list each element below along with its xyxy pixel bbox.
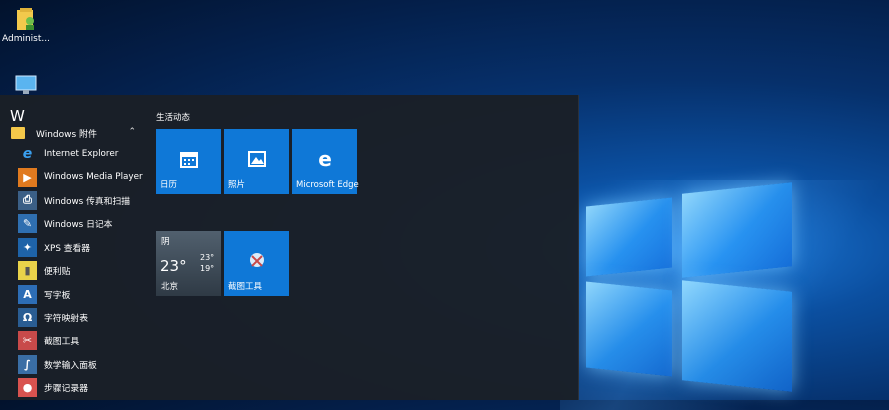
desktop-icon-label: Administ... (2, 34, 50, 44)
logo-pane-top-left (586, 197, 672, 277)
snipping-tool-icon (249, 253, 264, 267)
app-windows-media-player[interactable]: ▶ Windows Media Player (0, 165, 148, 188)
app-label: Internet Explorer (44, 148, 119, 159)
tile-weather[interactable]: 阴 23° 23° 19° 北京 (156, 231, 221, 296)
tile-label: 截图工具 (228, 282, 263, 292)
tile-microsoft-edge[interactable]: e Microsoft Edge (292, 129, 359, 194)
tile-snipping-tool[interactable]: 截图工具 (224, 231, 289, 296)
tile-label: Microsoft Edge (296, 180, 359, 190)
character-map-icon: Ω (18, 307, 37, 327)
app-label: Windows 传真和扫描 (44, 196, 131, 207)
svg-text:e: e (318, 149, 332, 169)
app-label: 写字板 (44, 290, 71, 301)
internet-explorer-icon: e (22, 145, 33, 162)
app-character-map[interactable]: Ω 字符映射表 (0, 306, 148, 329)
journal-icon: ✎ (18, 214, 37, 234)
app-xps-viewer[interactable]: ✦ XPS 查看器 (0, 236, 148, 259)
logo-pane-bottom-right (682, 280, 792, 392)
tile-label: 日历 (160, 180, 178, 190)
calendar-icon (179, 152, 198, 168)
snipping-tool-icon: ✂ (18, 331, 37, 351)
user-folder-icon (13, 6, 39, 32)
app-snipping-tool[interactable]: ✂ 截图工具 (0, 329, 148, 352)
app-label: 数学输入面板 (44, 360, 97, 371)
steps-recorder-icon: ● (18, 378, 37, 398)
chevron-up-icon: ⌃ (128, 127, 136, 137)
start-menu: W Windows 附件 ⌃ e Internet Explorer ▶ Win… (0, 95, 579, 400)
tile-label: 照片 (228, 180, 246, 190)
photos-icon (247, 151, 266, 167)
app-list: W Windows 附件 ⌃ e Internet Explorer ▶ Win… (0, 95, 148, 400)
app-sticky-notes[interactable]: ▮ 便利贴 (0, 259, 148, 282)
app-wordpad[interactable]: A 写字板 (0, 282, 148, 305)
tile-photos[interactable]: 照片 (224, 129, 289, 194)
logo-pane-bottom-left (586, 281, 672, 377)
app-windows-journal[interactable]: ✎ Windows 日记本 (0, 212, 148, 235)
wordpad-icon: A (18, 284, 37, 304)
app-label: 便利贴 (44, 267, 71, 278)
app-label: 截图工具 (44, 337, 80, 348)
tiles-section-title[interactable]: 生活动态 (156, 111, 190, 123)
app-label: 字符映射表 (44, 313, 88, 324)
folder-label: Windows 附件 (36, 129, 98, 140)
app-label: Windows 日记本 (44, 220, 113, 231)
logo-pane-top-right (682, 182, 792, 278)
sticky-notes-icon: ▮ (18, 261, 37, 281)
weather-city: 北京 (161, 282, 179, 292)
app-steps-recorder[interactable]: ● 步骤记录器 (0, 376, 148, 399)
edge-icon: e (318, 149, 332, 169)
app-internet-explorer[interactable]: e Internet Explorer (0, 142, 148, 165)
app-label: 步骤记录器 (44, 384, 88, 395)
app-label: XPS 查看器 (44, 243, 91, 254)
tile-calendar[interactable]: 日历 (156, 129, 221, 194)
media-player-icon: ▶ (18, 167, 37, 187)
app-windows-fax-scan[interactable]: ⎙ Windows 传真和扫描 (0, 189, 148, 212)
desktop-icon-administrator[interactable]: Administ... (0, 6, 52, 44)
weather-temperature: 23° (160, 257, 187, 275)
app-items: e Internet Explorer ▶ Windows Media Play… (0, 142, 148, 399)
math-input-icon: ∫ (18, 354, 37, 374)
weather-high: 23° (200, 253, 215, 262)
app-math-input-panel[interactable]: ∫ 数学输入面板 (0, 353, 148, 376)
windows-logo-wallpaper (560, 180, 889, 410)
folder-icon (11, 127, 25, 139)
weather-low: 19° (200, 264, 215, 273)
fax-scan-icon: ⎙ (18, 190, 37, 210)
tiles-area: 生活动态 日历 照片 e Microsoft Edge 阴 23° 23° 19… (156, 95, 576, 400)
folder-windows-accessories[interactable]: Windows 附件 ⌃ (0, 122, 148, 144)
xps-viewer-icon: ✦ (18, 237, 37, 257)
app-label: Windows Media Player (44, 172, 143, 183)
weather-condition: 阴 (161, 237, 170, 247)
